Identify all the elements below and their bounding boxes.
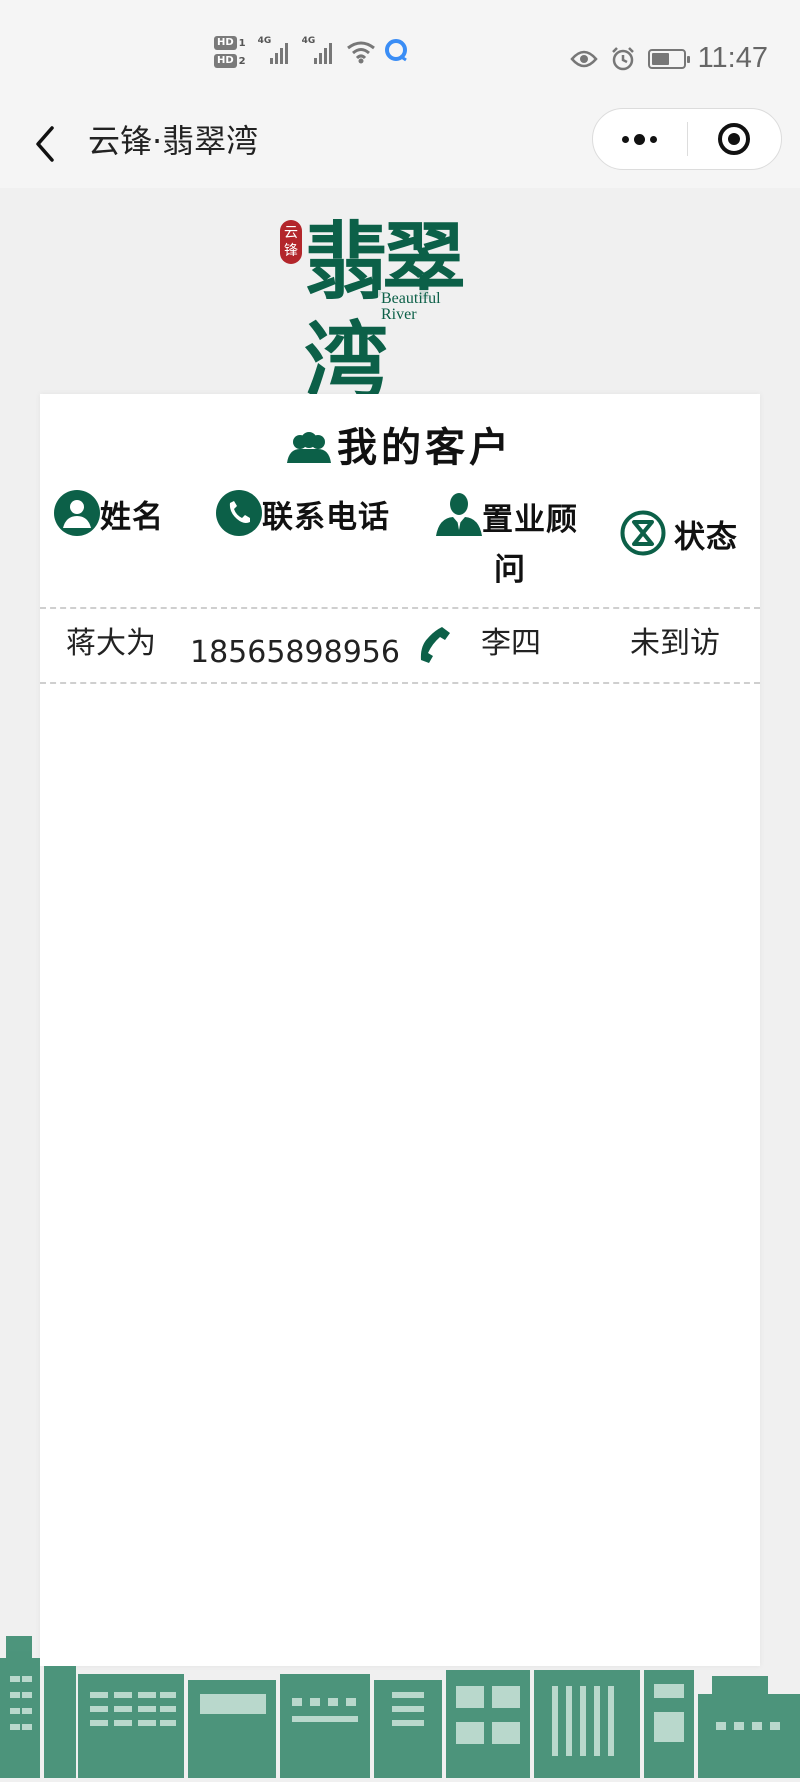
hd-indicator-2: HD 2 (214, 54, 246, 68)
hd-index: 2 (238, 55, 246, 67)
status-time: 11:47 (697, 42, 768, 74)
more-button[interactable] (593, 109, 687, 169)
mini-program-capsule (592, 108, 782, 170)
more-dots-icon (622, 133, 658, 145)
nav-bar: 云锋·翡翠湾 (0, 100, 800, 188)
row-divider (40, 682, 760, 684)
customer-phone-number: 18565898956 (190, 635, 400, 670)
chevron-left-icon (36, 126, 54, 162)
column-header-name-label: 姓名 (100, 499, 164, 536)
card-title-text: 我的客户 (337, 425, 513, 471)
logo-subtitle: Beautiful River (378, 290, 444, 324)
logo-seal: 云锋 (280, 220, 302, 264)
column-header-phone: 联系电话 (216, 490, 390, 548)
target-icon (718, 123, 751, 155)
hd-label: HD (214, 54, 237, 68)
battery-fill (651, 52, 669, 65)
column-header-status-label: 状态 (674, 519, 738, 556)
consultant-name: 李四 (481, 626, 541, 661)
phone-circle-icon (216, 490, 262, 548)
logo-subtitle-line2: River (381, 306, 417, 323)
header-divider (40, 607, 760, 609)
customers-icon (287, 424, 331, 480)
alarm-icon (610, 46, 636, 72)
column-header-consultant-label-line2: 问 (494, 552, 526, 588)
hd-indicators: HD 1 HD 2 (214, 36, 246, 68)
page-title: 云锋·翡翠湾 (88, 122, 259, 160)
battery-icon (647, 48, 690, 69)
hourglass-icon (620, 510, 666, 568)
phone-icon (420, 627, 450, 663)
column-header-consultant: 置业顾 问 (436, 490, 596, 592)
user-icon (54, 490, 100, 548)
network-type: 4G (257, 36, 272, 46)
card-title: 我的客户 (40, 420, 760, 480)
status-left-icons: HD 1 HD 2 4G 4G (214, 36, 408, 68)
city-skyline-illustration (0, 1636, 800, 1778)
eye-icon (569, 49, 598, 69)
call-button[interactable] (412, 624, 452, 677)
consultant-icon (436, 490, 482, 548)
hd-index: 1 (238, 37, 246, 49)
logo-subtitle-line1: Beautiful (381, 290, 441, 307)
column-header-phone-label: 联系电话 (262, 499, 390, 536)
visit-status: 未到访 (630, 626, 720, 661)
customer-card: 我的客户 姓名 联系电话 置业顾 问 状态 蒋大为 18565898956 李四… (40, 394, 760, 1666)
status-bar: HD 1 HD 2 4G 4G 11:47 (0, 0, 800, 100)
back-button[interactable] (30, 122, 70, 166)
network-type: 4G (301, 36, 316, 46)
close-program-button[interactable] (688, 109, 782, 169)
column-header-status: 状态 (620, 510, 738, 568)
browser-icon (384, 38, 408, 66)
wifi-icon (346, 40, 376, 64)
customer-phone: 18565898956 (190, 624, 452, 677)
brand-logo: 云锋 翡翠湾 Beautiful River (278, 212, 528, 411)
column-header-consultant-label-line1: 置业顾 (482, 502, 578, 538)
signal-icon: 4G (302, 36, 332, 64)
signal-icon: 4G (258, 36, 288, 64)
hd-indicator-1: HD 1 (214, 36, 246, 50)
hd-label: HD (214, 36, 237, 50)
customer-name: 蒋大为 (66, 626, 156, 661)
column-header-name: 姓名 (54, 490, 164, 548)
status-right-icons: 11:47 (569, 42, 768, 75)
